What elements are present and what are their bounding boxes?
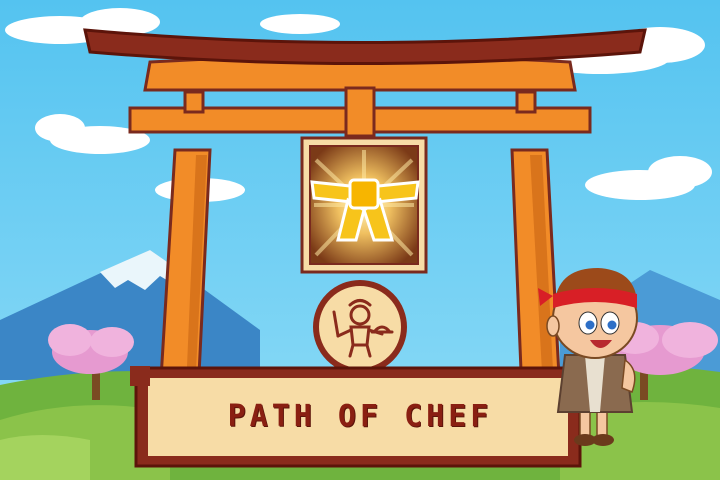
path-of-chef-button[interactable] <box>136 368 580 466</box>
reward-belt-button[interactable] <box>302 138 426 272</box>
game-scene: PATH OF CHEF <box>0 0 720 480</box>
chef-path-badge-button[interactable] <box>316 283 404 371</box>
